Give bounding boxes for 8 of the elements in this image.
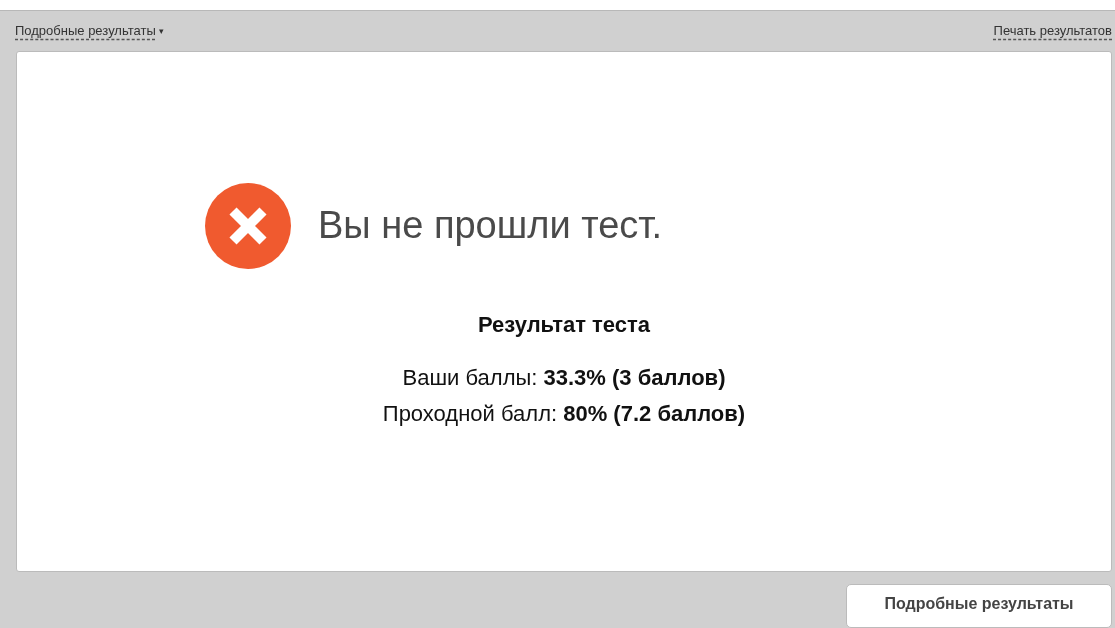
dropdown-caret[interactable]: ▾ xyxy=(158,25,164,36)
print-results-link[interactable]: Печать результатов xyxy=(993,23,1112,39)
score-line: Ваши баллы: 33.3% (3 баллов) xyxy=(402,363,726,392)
details-dropdown-link[interactable]: Подробные результаты xyxy=(15,23,156,39)
results-title: Результат теста xyxy=(477,311,651,338)
detailed-results-button[interactable]: Подробные результаты xyxy=(846,584,1112,628)
result-headline: Вы не прошли тест. xyxy=(318,204,663,248)
score-line: Проходной балл: 80% (7.2 баллов) xyxy=(382,399,746,428)
